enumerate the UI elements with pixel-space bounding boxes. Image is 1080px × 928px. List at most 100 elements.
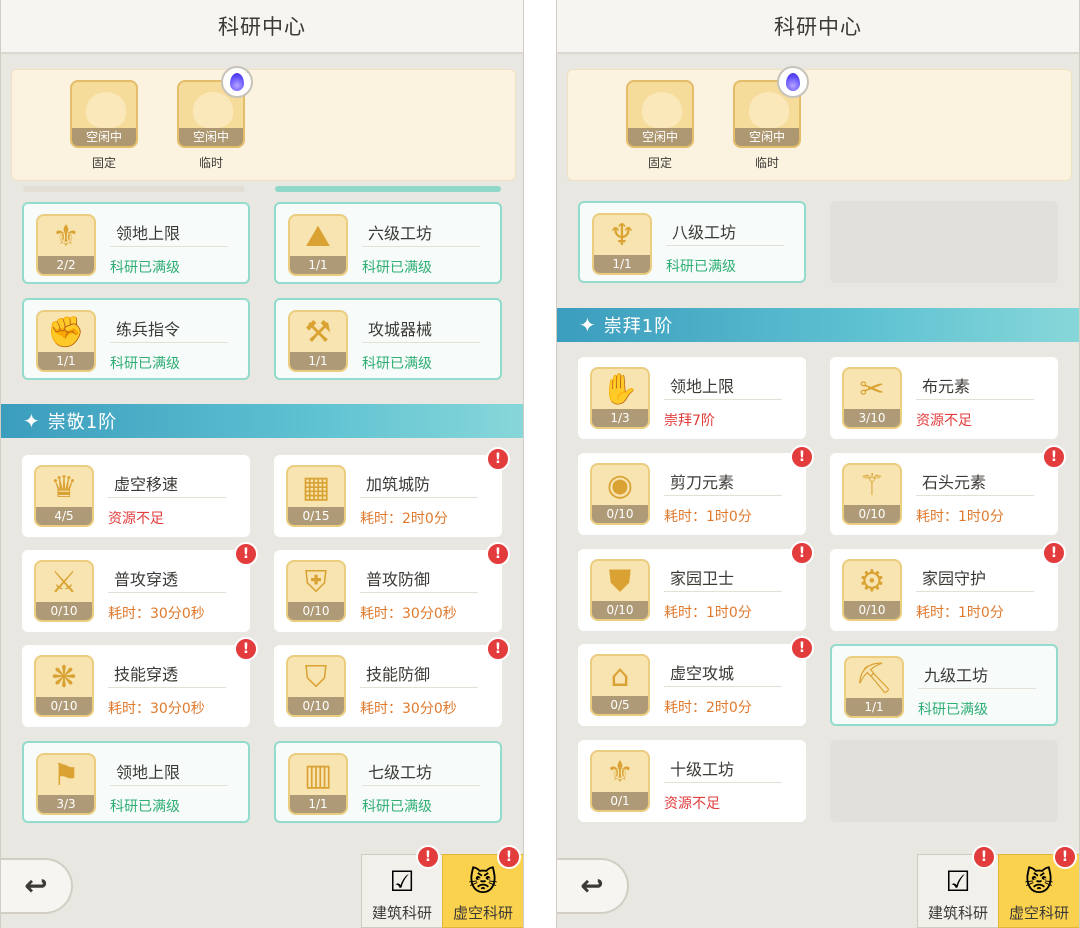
scroll-edge — [23, 186, 245, 192]
research-status: 资源不足 — [664, 796, 720, 812]
alert-icon: ! — [1042, 541, 1066, 565]
research-card[interactable]: ▥ 1/1 七级工坊 科研已满级 — [274, 741, 502, 823]
research-card[interactable]: ⛨ 0/10 普攻防御 耗时：30分0秒! — [274, 542, 510, 632]
research-glyph-icon: ⚙ — [858, 564, 886, 599]
section-star-icon: ✦ — [579, 313, 596, 337]
research-icon: ⛉ 0/10 — [286, 655, 346, 717]
divider — [916, 591, 1034, 592]
level-count: 0/10 — [288, 697, 344, 715]
divider — [360, 687, 478, 688]
research-icon: ⚜ 2/2 — [36, 214, 96, 276]
cat-silhouette-icon — [193, 92, 233, 128]
research-icon: ⚔ 0/10 — [34, 560, 94, 622]
research-name: 八级工坊 — [672, 223, 737, 242]
research-icon: ⌂ 0/5 — [590, 654, 650, 716]
research-card[interactable]: ⛉ 0/10 技能防御 耗时：30分0秒! — [274, 637, 510, 727]
slot-fixed[interactable]: 空闲中 固定 — [626, 80, 694, 171]
level-count: 1/1 — [594, 255, 650, 273]
research-status: 耗时：2时0分 — [664, 700, 752, 716]
back-button[interactable]: ↩ — [557, 858, 629, 914]
research-glyph-icon: ⌂ — [610, 659, 630, 694]
section-title: 崇拜1阶 — [603, 316, 674, 337]
research-card[interactable]: ⚜ 0/1 十级工坊 资源不足 — [578, 740, 806, 822]
research-icon: ♆ 1/1 — [592, 213, 652, 275]
research-card[interactable]: ▦ 0/15 加筑城防 耗时：2时0分! — [274, 447, 510, 537]
slot-temp[interactable]: 空闲中 临时 — [733, 66, 809, 171]
research-glyph-icon: ◉ — [606, 468, 634, 503]
research-glyph-icon: ✂ — [859, 372, 885, 407]
research-card[interactable]: ✋ 1/3 领地上限 崇拜7阶 — [578, 357, 806, 439]
research-status: 科研已满级 — [110, 799, 180, 815]
divider — [362, 785, 480, 786]
research-glyph-icon: ♆ — [608, 218, 636, 253]
research-status: 科研已满级 — [362, 799, 432, 815]
tab-void-research[interactable]: 😾 虚空科研 ! — [442, 845, 523, 928]
research-icon: ✊ 1/1 — [36, 310, 96, 372]
level-count: 0/10 — [592, 601, 648, 619]
alert-icon: ! — [234, 637, 258, 661]
tab-void-research[interactable]: 😾 虚空科研 ! — [998, 845, 1079, 928]
research-icon: ⚜ 0/1 — [590, 750, 650, 812]
slot-state: 空闲中 — [735, 128, 799, 146]
research-card[interactable]: ♛ 4/5 虚空移速 资源不足 — [22, 455, 250, 537]
research-name: 领地上限 — [116, 763, 181, 782]
research-status: 耗时：30分0秒 — [108, 606, 205, 622]
research-icon: ♛ 4/5 — [34, 465, 94, 527]
research-name: 攻城器械 — [368, 320, 433, 339]
research-status: 科研已满级 — [362, 260, 432, 276]
research-card[interactable]: ⛰ 1/1 六级工坊 科研已满级 — [274, 202, 502, 284]
research-icon: ⛨ 0/10 — [286, 560, 346, 622]
divider — [664, 495, 782, 496]
research-name: 领地上限 — [670, 377, 735, 396]
level-count: 0/10 — [36, 697, 92, 715]
research-card[interactable]: ♆ 1/1 八级工坊 科研已满级 — [578, 201, 806, 283]
flame-badge[interactable] — [221, 66, 253, 98]
header: 科研中心 — [1, 0, 523, 54]
flame-badge[interactable] — [777, 66, 809, 98]
research-card[interactable]: ⚑ 3/3 领地上限科研已满级 — [22, 741, 250, 823]
page-title: 科研中心 — [218, 15, 306, 39]
flame-icon — [786, 73, 800, 91]
tab-label: 虚空科研 — [1008, 904, 1069, 922]
flame-icon — [230, 73, 244, 91]
level-count: 0/10 — [844, 601, 900, 619]
slot-name: 固定 — [91, 156, 116, 170]
research-slots-panel: 空闲中 固定 空闲中 临时 — [11, 66, 516, 181]
divider — [360, 592, 478, 593]
slot-temp[interactable]: 空闲中 临时 — [177, 66, 253, 171]
research-name: 练兵指令 — [116, 320, 181, 339]
divider — [110, 246, 228, 247]
research-card[interactable]: ⚙ 0/10 家园守护 耗时：1时0分! — [830, 541, 1066, 631]
research-icon: ✋ 1/3 — [590, 367, 650, 429]
tab-build-research[interactable]: ☑ 建筑科研 ! — [917, 845, 999, 928]
research-card[interactable]: ⚒ 1/1 攻城器械 科研已满级 — [274, 298, 502, 380]
research-icon: ⚒ 1/1 — [288, 310, 348, 372]
research-name: 家园卫士 — [670, 569, 735, 588]
back-button[interactable]: ↩ — [1, 858, 73, 914]
research-card[interactable]: ⚜ 2/2 领地上限 科研已满级 — [22, 202, 250, 284]
research-name: 七级工坊 — [368, 763, 433, 782]
alert-icon: ! — [790, 541, 814, 565]
research-card[interactable]: ⛏ 1/1 九级工坊 科研已满级 — [830, 644, 1058, 726]
research-icon: ✂ 3/10 — [842, 367, 902, 429]
research-card[interactable]: ◉ 0/10 剪刀元素 耗时：1时0分! — [578, 445, 814, 535]
slot-fixed[interactable]: 空闲中 固定 — [70, 80, 138, 171]
research-card[interactable]: ⛊ 0/10 家园卫士 耗时：1时0分! — [578, 541, 814, 631]
level-count: 1/1 — [38, 352, 94, 370]
research-icon: ⚑ 3/3 — [36, 753, 96, 815]
level-count: 0/1 — [592, 792, 648, 810]
slot-state: 空闲中 — [628, 128, 692, 146]
research-card[interactable]: ✊ 1/1 练兵指令 科研已满级 — [22, 298, 250, 380]
alert-icon: ! — [1042, 445, 1066, 469]
alert-icon: ! — [497, 845, 521, 869]
research-card[interactable]: ⚚ 0/10 石头元素 耗时：1时0分! — [830, 445, 1066, 535]
divider — [108, 687, 226, 688]
research-card[interactable]: ⚔ 0/10 普攻穿透 耗时：30分0秒! — [22, 542, 258, 632]
research-card[interactable]: ⌂ 0/5 虚空攻城 耗时：2时0分! — [578, 636, 814, 726]
research-card[interactable]: ❋ 0/10 技能穿透 耗时：30分0秒! — [22, 637, 258, 727]
research-screen-right: 科研中心 空闲中 固定 空闲中 临时 ✦ 崇拜1阶 ♆ 1/1 八级工坊 科研已满级 ✋… — [556, 0, 1080, 928]
slot-name: 临时 — [198, 156, 223, 170]
research-card[interactable]: ✂ 3/10 布元素 资源不足 — [830, 357, 1058, 439]
research-glyph-icon: ⚒ — [304, 315, 332, 350]
tab-build-research[interactable]: ☑ 建筑科研 ! — [361, 845, 443, 928]
